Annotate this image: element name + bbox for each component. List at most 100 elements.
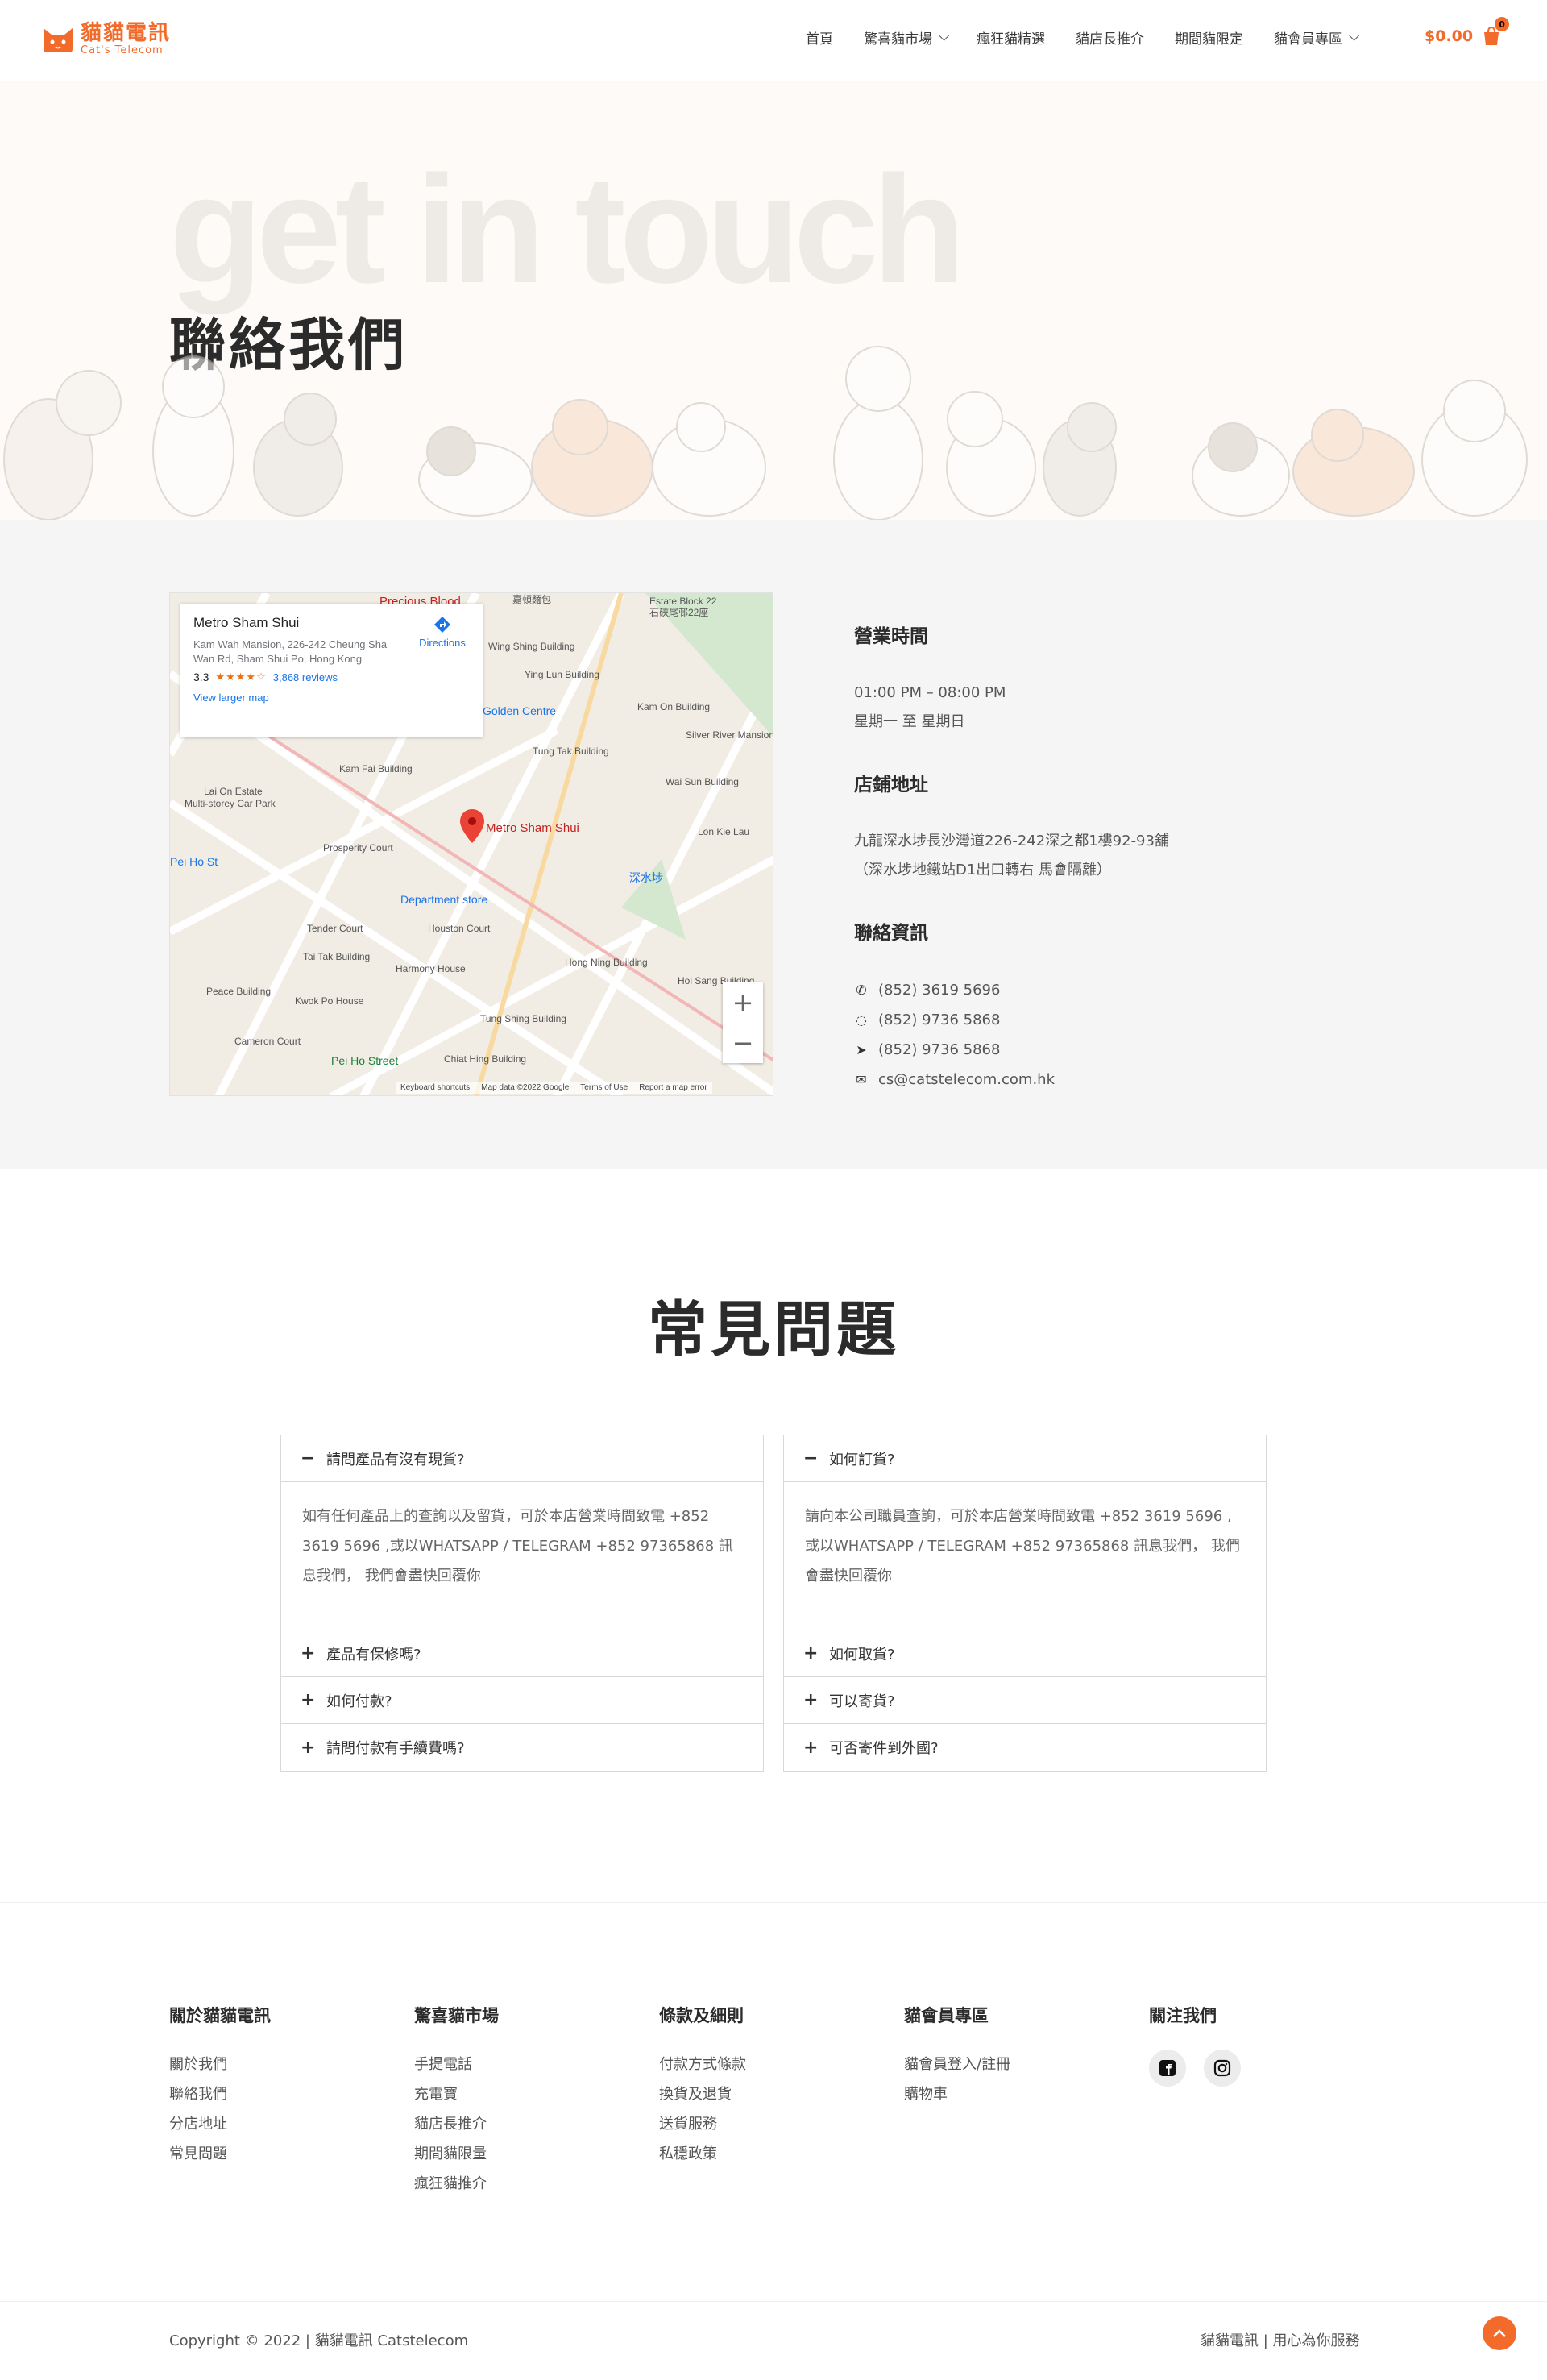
map-label: Wai Sun Building: [666, 776, 739, 787]
directions-button[interactable]: Directions: [410, 615, 475, 649]
cart-button[interactable]: $0.00 0: [1425, 16, 1511, 47]
footer-link[interactable]: 手提電話: [414, 2050, 499, 2079]
directions-icon: [434, 617, 450, 633]
faq-question[interactable]: + 產品有保修嗎?: [281, 1630, 763, 1677]
chevron-down-icon: [939, 31, 949, 41]
footer-link[interactable]: 分店地址: [169, 2109, 271, 2139]
footer-link[interactable]: 瘋狂貓推介: [414, 2169, 499, 2199]
plus-icon: +: [301, 1643, 316, 1664]
footer-link[interactable]: 私穩政策: [659, 2139, 746, 2169]
email-icon: ✉: [856, 1072, 867, 1087]
footer-link[interactable]: 關於我們: [169, 2050, 271, 2079]
site-header: 貓貓電訊 Cat's Telecom 首頁 驚喜貓市場 瘋狂貓精選 貓店長推介 …: [0, 0, 1547, 81]
footer-heading: 條款及細則: [659, 2006, 744, 2025]
facebook-icon[interactable]: [1149, 2050, 1186, 2087]
terms-link[interactable]: Terms of Use: [580, 1083, 628, 1092]
faq-question[interactable]: − 請問產品有沒有現貨?: [281, 1435, 763, 1482]
map-label: Kwok Po House: [295, 995, 364, 1007]
map-pin-label: Metro Sham Shui: [486, 821, 579, 835]
map-label: Houston Court: [428, 923, 491, 934]
main-nav: 首頁 驚喜貓市場 瘋狂貓精選 貓店長推介 期間貓限定 貓會員專區: [806, 27, 1359, 48]
plus-icon: +: [301, 1737, 316, 1758]
nav-item-member[interactable]: 貓會員專區: [1274, 27, 1359, 48]
faq-item: − 請問產品有沒有現貨? 如有任何產品上的查詢以及留貨，可於本店營業時間致電 +…: [281, 1435, 763, 1630]
map-label: 石硤尾邨22座: [649, 607, 709, 618]
map-label: Kam Fai Building: [339, 763, 413, 775]
footer-col-market: 驚喜貓市場 手提電話 充電寶 貓店長推介 期間貓限量 瘋狂貓推介: [414, 2003, 499, 2199]
plus-icon: +: [803, 1737, 819, 1758]
faq-item: + 請問付款有手續費嗎?: [281, 1724, 763, 1771]
map-label: Lon Kie Lau: [698, 826, 750, 837]
footer-link[interactable]: 常見問題: [169, 2139, 271, 2169]
whatsapp-row[interactable]: ◌ (852) 9736 5868: [854, 1005, 1257, 1035]
footer-link[interactable]: 貓店長推介: [414, 2109, 499, 2139]
faq-question[interactable]: + 如何取貨?: [784, 1630, 1266, 1677]
chevron-up-icon: [1493, 2329, 1506, 2337]
telegram-row[interactable]: ➤ (852) 9736 5868: [854, 1035, 1257, 1065]
footer-heading: 驚喜貓市場: [414, 2006, 499, 2025]
map-label: Tender Court: [307, 923, 363, 934]
faq-answer: 請向本公司職員查詢，可於本店營業時間致電 +852 3619 5696 ,或以W…: [784, 1482, 1266, 1630]
address-line: 九龍深水埗長沙灣道226-242深之都1樓92-93舖: [854, 833, 1169, 849]
nav-item-manager-recommend[interactable]: 貓店長推介: [1076, 27, 1144, 48]
zoom-in-button[interactable]: +: [723, 982, 763, 1023]
footer-link[interactable]: 換貨及退貨: [659, 2079, 746, 2109]
map-label: 嘉頓麵包: [512, 594, 552, 605]
map-data-text: Map data ©2022 Google: [481, 1083, 570, 1092]
logo-en-text: Cat's Telecom: [81, 44, 164, 56]
phone-row[interactable]: ✆ (852) 3619 5696: [854, 975, 1257, 1005]
map-label: Peace Building: [206, 986, 272, 997]
footer-link[interactable]: 送貨服務: [659, 2109, 746, 2139]
map-label: Pei Ho Street: [331, 1054, 399, 1067]
nav-item-market[interactable]: 驚喜貓市場: [864, 27, 949, 48]
footer-link[interactable]: 付款方式條款: [659, 2050, 746, 2079]
minus-icon: −: [301, 1448, 316, 1468]
minus-icon: −: [803, 1448, 819, 1468]
faq-item: − 如何訂貨? 請向本公司職員查詢，可於本店營業時間致電 +852 3619 5…: [784, 1435, 1266, 1630]
map-zoom-controls: + −: [723, 982, 763, 1063]
map-label: Kam On Building: [637, 701, 711, 712]
footer-col-follow: 關注我們: [1149, 2003, 1241, 2087]
hero-watermark: get in touch: [169, 144, 966, 315]
address-directions: （深水埗地鐵站D1出口轉右 馬會隔離）: [854, 862, 1112, 878]
faq-answer: 如有任何產品上的查詢以及留貨，可於本店營業時間致電 +852 3619 5696…: [281, 1482, 763, 1630]
map-reviews-link[interactable]: 3,868 reviews: [273, 671, 338, 683]
faq-question[interactable]: + 請問付款有手續費嗎?: [281, 1724, 763, 1771]
view-larger-map-link[interactable]: View larger map: [193, 692, 470, 704]
faq-question[interactable]: − 如何訂貨?: [784, 1435, 1266, 1482]
address-heading: 店鋪地址: [854, 775, 928, 795]
google-map[interactable]: Precious Blood 嘉頓麵包 Estate Block 22 石硤尾邨…: [169, 592, 774, 1096]
faq-column-left: − 請問產品有沒有現貨? 如有任何產品上的查詢以及留貨，可於本店營業時間致電 +…: [280, 1435, 764, 1772]
shopping-bag-icon: 0: [1481, 16, 1511, 47]
footer-link[interactable]: 聯絡我們: [169, 2079, 271, 2109]
nav-item-home[interactable]: 首頁: [806, 27, 833, 48]
star-rating-icon: ★★★★☆: [215, 671, 267, 683]
site-logo[interactable]: 貓貓電訊 Cat's Telecom: [40, 23, 171, 56]
map-label: Multi-storey Car Park: [185, 798, 276, 809]
nav-item-picks[interactable]: 瘋狂貓精選: [977, 27, 1045, 48]
zoom-out-button[interactable]: −: [723, 1023, 763, 1063]
nav-item-limited[interactable]: 期間貓限定: [1175, 27, 1243, 48]
report-map-error-link[interactable]: Report a map error: [639, 1083, 707, 1092]
instagram-icon[interactable]: [1204, 2050, 1241, 2087]
footer-link[interactable]: 充電寶: [414, 2079, 499, 2109]
footer-link[interactable]: 期間貓限量: [414, 2139, 499, 2169]
map-label: Estate Block 22: [649, 596, 717, 607]
footer-link[interactable]: 貓會員登入/註冊: [904, 2050, 1010, 2079]
footer-col-member: 貓會員專區 貓會員登入/註冊 購物車: [904, 2003, 1010, 2109]
scroll-to-top-button[interactable]: [1483, 2316, 1516, 2350]
faq-item: + 如何取貨?: [784, 1630, 1266, 1677]
footer-heading: 關注我們: [1149, 2006, 1217, 2025]
faq-question[interactable]: + 如何付款?: [281, 1677, 763, 1724]
map-label: Prosperity Court: [323, 842, 393, 854]
faq-question[interactable]: + 可以寄貨?: [784, 1677, 1266, 1724]
chevron-down-icon: [1349, 31, 1359, 41]
footer-link[interactable]: 購物車: [904, 2079, 1010, 2109]
faq-question[interactable]: + 可否寄件到外國?: [784, 1724, 1266, 1771]
email-row[interactable]: ✉ cs@catstelecom.com.hk: [854, 1065, 1257, 1094]
faq-item: + 如何付款?: [281, 1677, 763, 1724]
social-links: [1149, 2050, 1241, 2087]
map-pin-icon[interactable]: [460, 809, 484, 843]
keyboard-shortcuts-link[interactable]: Keyboard shortcuts: [400, 1083, 470, 1092]
cat-logo-icon: [44, 27, 73, 52]
